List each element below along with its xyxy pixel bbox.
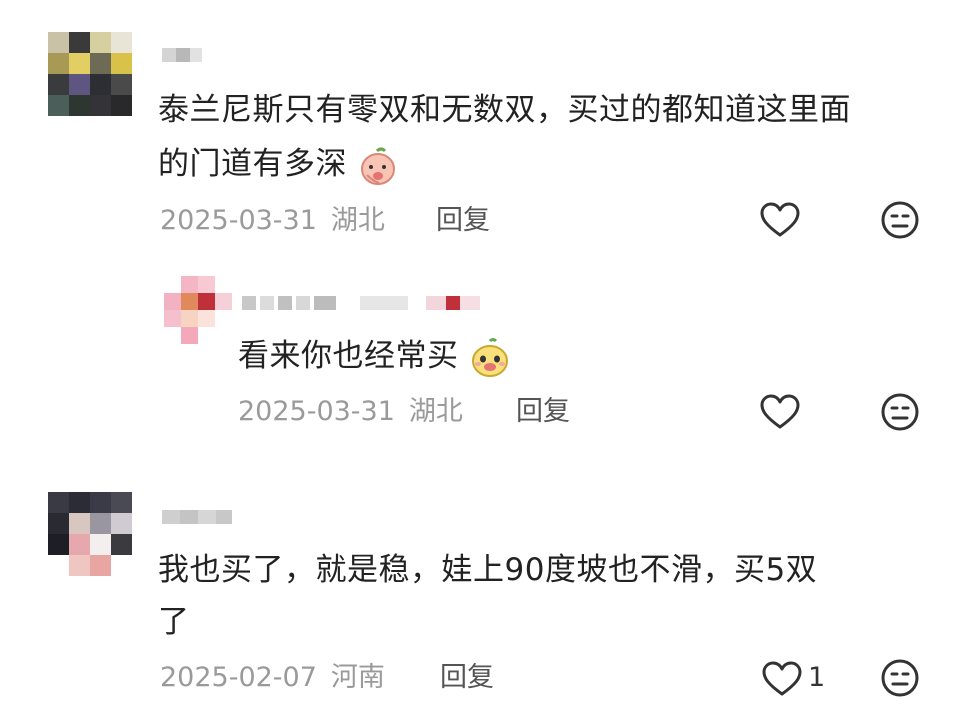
comment-text: 泰兰尼斯只有零双和无数双，买过的都知道这里面 <box>158 92 851 128</box>
comment-text: 的门道有多深 <box>158 138 399 190</box>
comment-text: 看来你也经常买 <box>238 330 511 382</box>
yellow-face-emoji <box>471 337 508 377</box>
comment-date: 2025-03-31 <box>160 205 317 236</box>
reply-button[interactable]: 回复 <box>516 394 570 430</box>
peach-emoji <box>361 147 396 185</box>
avatar[interactable] <box>48 492 132 576</box>
username-blurred[interactable] <box>242 296 512 310</box>
avatar[interactable] <box>164 276 232 344</box>
comment-location: 湖北 <box>408 396 463 427</box>
reply-button[interactable]: 回复 <box>440 660 494 696</box>
neutral-face-icon[interactable] <box>880 200 920 240</box>
reply-button[interactable]: 回复 <box>436 203 490 239</box>
comment-meta: 2025-03-31 湖北 <box>238 394 463 430</box>
avatar[interactable] <box>48 32 132 116</box>
comment-date: 2025-02-07 <box>160 662 317 693</box>
heart-outline-icon[interactable] <box>760 202 800 238</box>
comment-location: 湖北 <box>330 205 385 236</box>
heart-outline-icon[interactable] <box>762 661 802 697</box>
comment-meta: 2025-03-31 湖北 <box>160 203 385 239</box>
like-count: 1 <box>808 662 826 693</box>
comment-text: 我也买了，就是稳，娃上90度坡也不滑，买5双 <box>158 552 818 588</box>
comment-meta: 2025-02-07 河南 <box>160 660 385 696</box>
username-blurred[interactable] <box>162 48 202 62</box>
neutral-face-icon[interactable] <box>880 658 920 698</box>
comment-location: 河南 <box>330 662 385 693</box>
heart-outline-icon[interactable] <box>760 394 800 430</box>
neutral-face-icon[interactable] <box>880 392 920 432</box>
comment-date: 2025-03-31 <box>238 396 395 427</box>
username-blurred[interactable] <box>162 510 232 524</box>
comment-text: 了 <box>158 604 190 640</box>
